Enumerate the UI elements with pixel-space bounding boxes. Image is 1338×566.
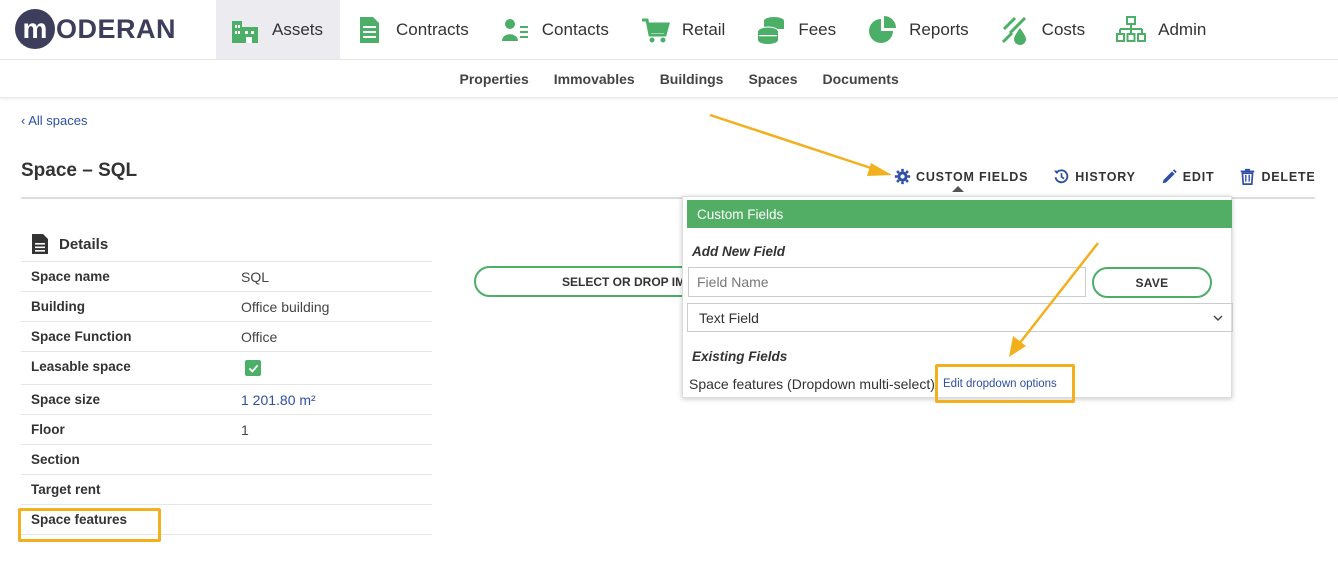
- nav-item-assets[interactable]: Assets: [216, 0, 341, 59]
- top-navigation-bar: m ODERAN Assets Contracts Contacts Retai…: [0, 0, 1338, 60]
- trash-icon: [1241, 168, 1255, 185]
- delete-button[interactable]: DELETE: [1239, 168, 1315, 185]
- cart-icon: [639, 14, 671, 46]
- nav-item-retail[interactable]: Retail: [626, 0, 742, 59]
- existing-fields-heading: Existing Fields: [692, 349, 788, 364]
- custom-fields-label: CUSTOM FIELDS: [916, 169, 1029, 184]
- details-heading-label: Details: [59, 235, 109, 253]
- subnav-properties[interactable]: Properties: [460, 71, 529, 87]
- nav-label: Fees: [798, 19, 837, 39]
- pencil-icon: [1162, 169, 1177, 184]
- contacts-icon: [499, 14, 531, 46]
- nav-label: Costs: [1041, 19, 1086, 39]
- subnav-immovables[interactable]: Immovables: [554, 71, 635, 87]
- back-link-label: All spaces: [28, 113, 88, 128]
- custom-fields-button[interactable]: CUSTOM FIELDS: [894, 168, 1028, 185]
- nav-label: Retail: [681, 19, 726, 39]
- nav-item-contracts[interactable]: Contracts: [340, 0, 486, 59]
- document-icon: [353, 14, 385, 46]
- nav-item-contacts[interactable]: Contacts: [486, 0, 626, 59]
- detail-value: SQL: [241, 269, 270, 285]
- edit-label: EDIT: [1182, 169, 1215, 184]
- page-actions: CUSTOM FIELDS HISTORY EDIT DELETE: [894, 168, 1316, 185]
- chevron-down-icon: [1213, 315, 1223, 321]
- leasable-checkbox: [245, 360, 261, 376]
- history-icon: [1054, 169, 1069, 184]
- detail-row: Section: [21, 445, 432, 475]
- field-type-select[interactable]: Text Field: [687, 303, 1233, 332]
- history-button[interactable]: HISTORY: [1053, 168, 1135, 185]
- subnav-spaces[interactable]: Spaces: [748, 71, 797, 87]
- detail-row: Leasable space: [21, 352, 432, 385]
- field-type-value: Text Field: [699, 309, 759, 326]
- detail-row: Target rent: [21, 475, 432, 505]
- history-label: HISTORY: [1075, 169, 1136, 184]
- org-chart-icon: [1115, 14, 1147, 46]
- existing-field-name: Space features (Dropdown multi-select): [689, 376, 935, 392]
- logo-text: ODERAN: [56, 13, 177, 44]
- save-button[interactable]: SAVE: [1092, 267, 1212, 298]
- detail-label: Section: [31, 452, 80, 467]
- detail-row: Building Office building: [21, 292, 432, 322]
- detail-label: Space Function: [31, 329, 132, 344]
- pie-chart-icon: [866, 14, 898, 46]
- costs-icon: [999, 14, 1031, 46]
- arrow-to-custom-fields: [709, 113, 878, 172]
- nav-label: Contacts: [541, 19, 609, 39]
- popup-caret: [952, 186, 964, 192]
- subnav-documents[interactable]: Documents: [823, 71, 899, 87]
- details-table: Space name SQL Building Office building …: [21, 261, 432, 535]
- sub-navigation: Properties Immovables Buildings Spaces D…: [0, 60, 1338, 98]
- nav-label: Contracts: [396, 19, 469, 39]
- detail-label: Space name: [31, 269, 110, 284]
- popup-title: Custom Fields: [687, 200, 1232, 228]
- highlight-box-edit-options: [935, 364, 1075, 403]
- add-new-field-heading: Add New Field: [692, 244, 786, 259]
- detail-label: Floor: [31, 422, 65, 437]
- nav-label: Admin: [1158, 19, 1207, 39]
- detail-label: Space size: [31, 392, 101, 407]
- back-to-all-spaces-link[interactable]: ‹ All spaces: [21, 113, 88, 128]
- nav-item-reports[interactable]: Reports: [853, 0, 986, 59]
- main-nav: Assets Contracts Contacts Retail Fees Re…: [216, 0, 1223, 59]
- nav-label: Reports: [909, 19, 969, 39]
- detail-row: Space size 1 201.80 m²: [21, 385, 432, 415]
- detail-value: Office: [241, 329, 278, 345]
- delete-label: DELETE: [1261, 169, 1316, 184]
- detail-row: Space name SQL: [21, 262, 432, 292]
- field-name-input[interactable]: [688, 267, 1086, 297]
- highlight-box-space-features: [18, 508, 161, 542]
- detail-label: Leasable space: [31, 359, 131, 374]
- upload-label: SELECT OR DROP IMA: [562, 274, 694, 289]
- detail-label: Building: [31, 299, 85, 314]
- nav-item-fees[interactable]: Fees: [742, 0, 853, 59]
- detail-label: Target rent: [31, 482, 101, 497]
- page-title: Space – SQL: [21, 160, 138, 181]
- detail-value: 1: [241, 422, 249, 438]
- nav-item-costs[interactable]: Costs: [986, 0, 1102, 59]
- document-icon: [32, 234, 48, 254]
- detail-value: Office building: [241, 299, 330, 315]
- coins-icon: [755, 14, 787, 46]
- building-icon: [229, 14, 261, 46]
- detail-row: Space Function Office: [21, 322, 432, 352]
- details-heading: Details: [31, 234, 108, 254]
- space-size-link[interactable]: 1 201.80 m²: [241, 392, 316, 408]
- arrowhead: [867, 163, 892, 176]
- gear-icon: [894, 168, 911, 185]
- detail-row: Floor 1: [21, 415, 432, 445]
- chevron-left-icon: ‹: [21, 113, 26, 128]
- nav-item-admin[interactable]: Admin: [1102, 0, 1223, 59]
- logo-mark: m: [15, 9, 55, 49]
- edit-button[interactable]: EDIT: [1161, 168, 1215, 185]
- subnav-buildings[interactable]: Buildings: [660, 71, 724, 87]
- nav-label: Assets: [272, 19, 324, 39]
- moderan-logo[interactable]: m ODERAN: [15, 8, 176, 50]
- checkmark-icon: [248, 364, 258, 373]
